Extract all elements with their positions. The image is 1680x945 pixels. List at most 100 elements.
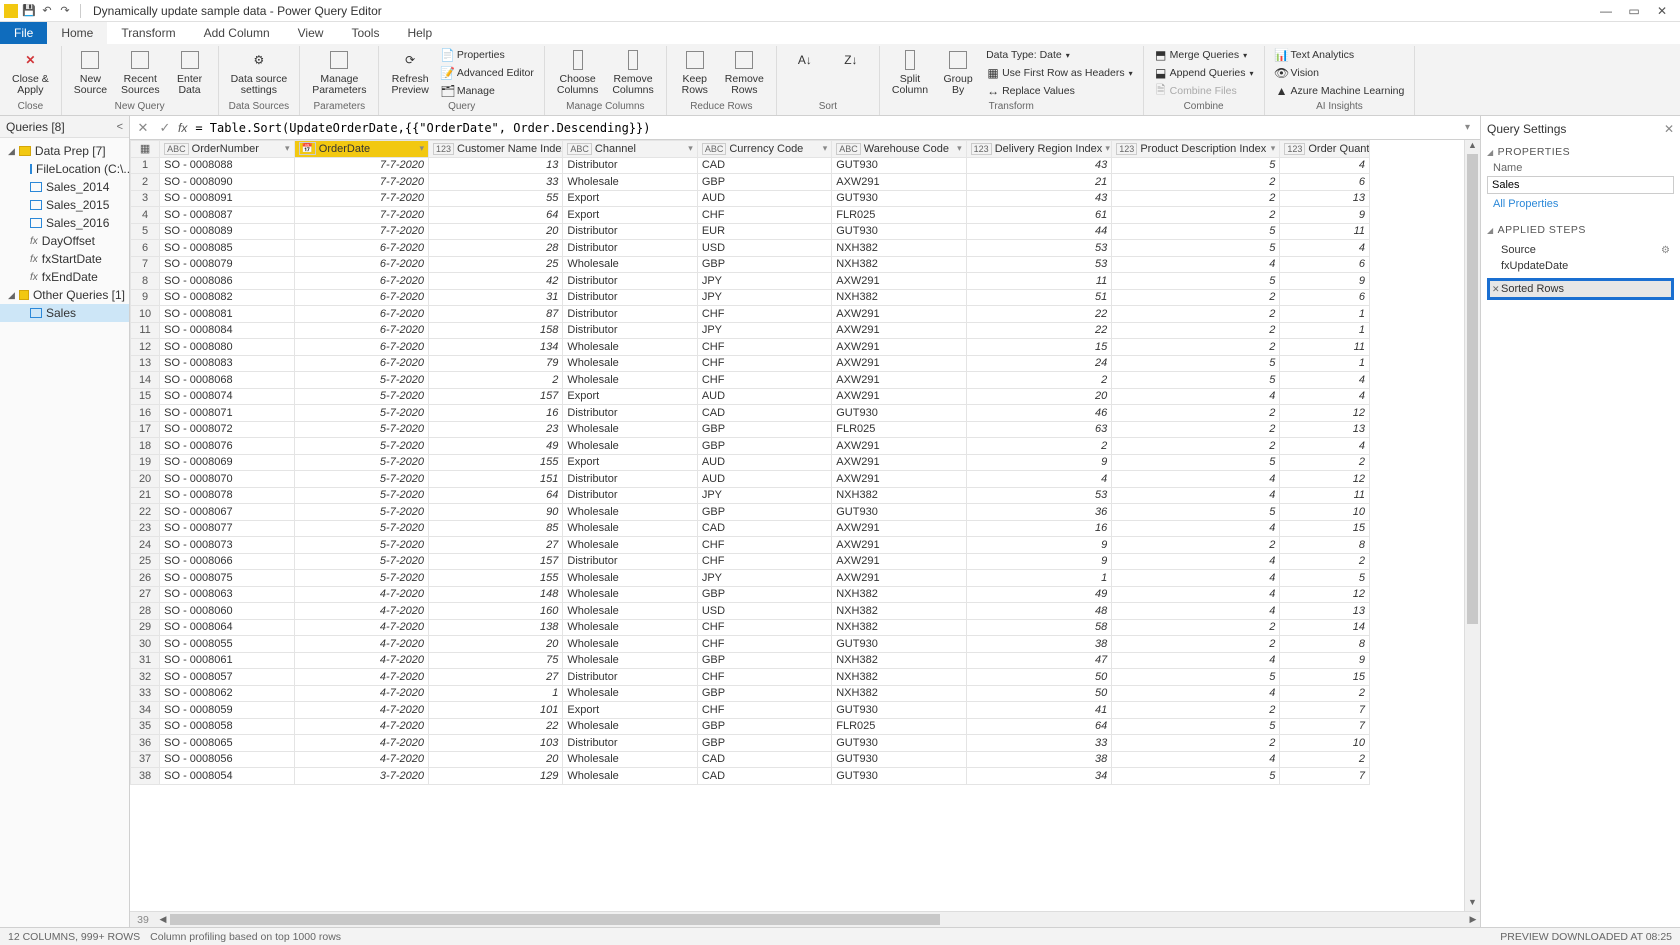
gear-icon[interactable]: ⚙: [1661, 245, 1670, 256]
table-row[interactable]: 18SO - 00080765-7-202049WholesaleGBPAXW2…: [131, 438, 1370, 455]
tab-file[interactable]: File: [0, 22, 47, 44]
query-item-sales[interactable]: Sales: [0, 304, 129, 322]
table-row[interactable]: 37SO - 00080564-7-202020WholesaleCADGUT9…: [131, 751, 1370, 768]
enter-data-button[interactable]: Enter Data: [168, 46, 212, 98]
sort-asc-button[interactable]: A↓: [783, 46, 827, 74]
minimize-button[interactable]: —: [1592, 1, 1620, 21]
data-grid[interactable]: ▦ABCOrderNumber▾📅OrderDate▾123Customer N…: [130, 140, 1370, 785]
column-header[interactable]: 123Order Quantity▾: [1280, 141, 1370, 158]
table-corner[interactable]: ▦: [131, 141, 160, 158]
table-row[interactable]: 11SO - 00080846-7-2020158DistributorJPYA…: [131, 322, 1370, 339]
column-header[interactable]: 123Customer Name Index▾: [428, 141, 562, 158]
table-row[interactable]: 26SO - 00080755-7-2020155WholesaleJPYAXW…: [131, 570, 1370, 587]
vision-button[interactable]: 👁Vision: [1271, 64, 1409, 82]
table-row[interactable]: 15SO - 00080745-7-2020157ExportAUDAXW291…: [131, 388, 1370, 405]
recent-sources-button[interactable]: Recent Sources: [115, 46, 166, 98]
query-item[interactable]: FileLocation (C:\...: [0, 160, 129, 178]
choose-columns-button[interactable]: Choose Columns: [551, 46, 604, 98]
table-row[interactable]: 36SO - 00080654-7-2020103DistributorGBPG…: [131, 735, 1370, 752]
table-row[interactable]: 35SO - 00080584-7-202022WholesaleGBPFLR0…: [131, 718, 1370, 735]
table-row[interactable]: 33SO - 00080624-7-20201WholesaleGBPNXH38…: [131, 685, 1370, 702]
folder-other-queries[interactable]: ◢Other Queries [1]: [0, 286, 129, 304]
replace-values-button[interactable]: ↔Replace Values: [982, 82, 1137, 100]
table-row[interactable]: 27SO - 00080634-7-2020148WholesaleGBPNXH…: [131, 586, 1370, 603]
table-row[interactable]: 12SO - 00080806-7-2020134WholesaleCHFAXW…: [131, 339, 1370, 356]
data-source-settings-button[interactable]: ⚙Data source settings: [225, 46, 294, 98]
horizontal-scrollbar[interactable]: 39 ◀ ▶: [130, 911, 1480, 927]
table-row[interactable]: 23SO - 00080775-7-202085WholesaleCADAXW2…: [131, 520, 1370, 537]
hscroll-thumb[interactable]: [170, 914, 940, 925]
scroll-thumb[interactable]: [1467, 154, 1478, 624]
column-header[interactable]: ABCWarehouse Code▾: [832, 141, 966, 158]
table-row[interactable]: 5SO - 00080897-7-202020DistributorEURGUT…: [131, 223, 1370, 240]
applied-step[interactable]: ✕Sorted Rows: [1487, 278, 1674, 300]
tab-home[interactable]: Home: [47, 22, 107, 44]
close-settings-button[interactable]: ✕: [1664, 122, 1674, 136]
manage-parameters-button[interactable]: Manage Parameters: [306, 46, 372, 98]
properties-section-header[interactable]: PROPERTIES: [1487, 142, 1674, 160]
query-name-input[interactable]: [1487, 176, 1674, 194]
data-type-button[interactable]: Data Type: Date▾: [982, 46, 1137, 64]
scroll-up-icon[interactable]: ▲: [1465, 140, 1480, 154]
save-icon[interactable]: 💾: [22, 4, 36, 18]
tab-help[interactable]: Help: [393, 22, 446, 44]
column-header[interactable]: 123Delivery Region Index▾: [966, 141, 1112, 158]
table-row[interactable]: 6SO - 00080856-7-202028DistributorUSDNXH…: [131, 240, 1370, 257]
tab-add-column[interactable]: Add Column: [190, 22, 284, 44]
scroll-left-icon[interactable]: ◀: [156, 914, 170, 925]
table-row[interactable]: 20SO - 00080705-7-2020151DistributorAUDA…: [131, 471, 1370, 488]
query-item[interactable]: fxfxStartDate: [0, 250, 129, 268]
tab-tools[interactable]: Tools: [337, 22, 393, 44]
sort-desc-button[interactable]: Z↓: [829, 46, 873, 74]
manage-button[interactable]: 🗂Manage: [437, 82, 538, 100]
merge-queries-button[interactable]: ⬒Merge Queries▾: [1150, 46, 1258, 64]
table-row[interactable]: 10SO - 00080816-7-202087DistributorCHFAX…: [131, 306, 1370, 323]
keep-rows-button[interactable]: Keep Rows: [673, 46, 717, 98]
remove-columns-button[interactable]: Remove Columns: [606, 46, 659, 98]
remove-rows-button[interactable]: Remove Rows: [719, 46, 770, 98]
fx-icon[interactable]: fx: [178, 121, 187, 135]
query-item[interactable]: Sales_2015: [0, 196, 129, 214]
table-row[interactable]: 25SO - 00080665-7-2020157DistributorCHFA…: [131, 553, 1370, 570]
applied-step[interactable]: Source⚙: [1487, 242, 1674, 258]
table-row[interactable]: 9SO - 00080826-7-202031DistributorJPYNXH…: [131, 289, 1370, 306]
table-row[interactable]: 31SO - 00080614-7-202075WholesaleGBPNXH3…: [131, 652, 1370, 669]
table-row[interactable]: 14SO - 00080685-7-20202WholesaleCHFAXW29…: [131, 372, 1370, 389]
query-item[interactable]: Sales_2014: [0, 178, 129, 196]
table-row[interactable]: 30SO - 00080554-7-202020WholesaleCHFGUT9…: [131, 636, 1370, 653]
table-row[interactable]: 28SO - 00080604-7-2020160WholesaleUSDNXH…: [131, 603, 1370, 620]
close-window-button[interactable]: ✕: [1648, 1, 1676, 21]
table-row[interactable]: 16SO - 00080715-7-202016DistributorCADGU…: [131, 405, 1370, 422]
table-row[interactable]: 29SO - 00080644-7-2020138WholesaleCHFNXH…: [131, 619, 1370, 636]
table-row[interactable]: 34SO - 00080594-7-2020101ExportCHFGUT930…: [131, 702, 1370, 719]
new-source-button[interactable]: New Source: [68, 46, 113, 98]
all-properties-link[interactable]: All Properties: [1487, 198, 1674, 210]
column-header[interactable]: 📅OrderDate▾: [294, 141, 428, 158]
table-row[interactable]: 24SO - 00080735-7-202027WholesaleCHFAXW2…: [131, 537, 1370, 554]
query-item[interactable]: fxfxEndDate: [0, 268, 129, 286]
table-row[interactable]: 4SO - 00080877-7-202064ExportCHFFLR02561…: [131, 207, 1370, 224]
table-row[interactable]: 17SO - 00080725-7-202023WholesaleGBPFLR0…: [131, 421, 1370, 438]
scroll-down-icon[interactable]: ▼: [1465, 897, 1480, 911]
vertical-scrollbar[interactable]: ▲ ▼: [1464, 140, 1480, 911]
table-row[interactable]: 2SO - 00080907-7-202033WholesaleGBPAXW29…: [131, 174, 1370, 191]
redo-icon[interactable]: ↷: [58, 4, 72, 18]
close-apply-button[interactable]: ✕Close & Apply: [6, 46, 55, 98]
collapse-queries-icon[interactable]: <: [117, 121, 123, 133]
undo-icon[interactable]: ↶: [40, 4, 54, 18]
column-header[interactable]: ABCCurrency Code▾: [697, 141, 831, 158]
accept-formula-button[interactable]: ✓: [156, 119, 174, 137]
azure-ml-button[interactable]: ▲Azure Machine Learning: [1271, 82, 1409, 100]
tab-view[interactable]: View: [284, 22, 338, 44]
column-header[interactable]: 123Product Description Index▾: [1112, 141, 1280, 158]
text-analytics-button[interactable]: 📊Text Analytics: [1271, 46, 1409, 64]
query-item[interactable]: fxDayOffset: [0, 232, 129, 250]
table-row[interactable]: 3SO - 00080917-7-202055ExportAUDGUT93043…: [131, 190, 1370, 207]
group-by-button[interactable]: Group By: [936, 46, 980, 98]
column-header[interactable]: ABCOrderNumber▾: [160, 141, 294, 158]
maximize-button[interactable]: ▭: [1620, 1, 1648, 21]
split-column-button[interactable]: Split Column: [886, 46, 934, 98]
scroll-right-icon[interactable]: ▶: [1466, 914, 1480, 925]
table-row[interactable]: 13SO - 00080836-7-202079WholesaleCHFAXW2…: [131, 355, 1370, 372]
applied-steps-header[interactable]: APPLIED STEPS: [1487, 220, 1674, 238]
